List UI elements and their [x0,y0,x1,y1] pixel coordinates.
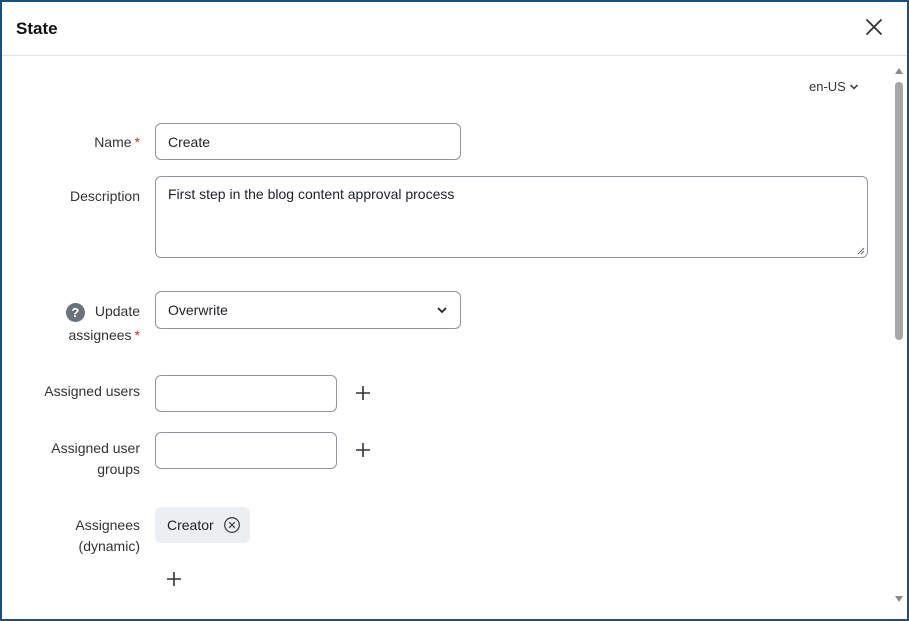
close-button[interactable] [862,15,886,39]
required-marker: * [134,134,140,150]
name-label-text: Name [94,134,132,150]
chevron-down-icon [437,307,447,314]
assigned-user-groups-label-line2: groups [97,461,140,477]
chevron-down-icon [849,83,858,90]
add-dynamic-assignee-button[interactable] [164,569,184,589]
update-assignees-select[interactable]: Overwrite [155,291,461,329]
scrollbar[interactable] [893,64,905,606]
close-icon [866,19,882,35]
plus-icon [356,386,370,400]
update-assignees-label: ? Update assignees * [22,301,140,346]
language-value: en-US [809,79,846,94]
remove-circle-icon[interactable] [223,516,241,534]
name-input-value: Create [168,133,211,150]
required-marker: * [134,327,140,343]
description-value: First step in the blog content approval … [168,186,455,202]
plus-icon [167,572,181,586]
assigned-user-groups-label-line1: Assigned user [51,440,140,456]
assigned-user-groups-label: Assigned user groups [22,438,140,480]
name-input[interactable]: Create [155,123,461,160]
scrollbar-thumb[interactable] [895,82,903,340]
update-assignees-label-line1: ? Update [22,301,140,322]
dialog-title: State [16,19,58,38]
assignees-label-text: assignees [68,327,132,343]
scroll-up-arrow-icon[interactable] [895,68,903,74]
add-assigned-user-button[interactable] [353,383,373,403]
plus-icon [356,443,370,457]
assignees-dynamic-label: Assignees (dynamic) [22,515,140,557]
assignees-dynamic-label-line1: Assignees [75,517,140,533]
state-dialog: State en-US Name * Create Description Fir… [0,0,909,621]
assignee-chip-label: Creator [167,517,214,533]
help-icon[interactable]: ? [65,302,85,322]
scroll-down-arrow-icon[interactable] [895,596,903,602]
resize-handle-icon[interactable] [857,247,865,255]
description-label: Description [69,188,140,204]
assigned-users-input[interactable] [155,375,337,412]
update-assignees-selected: Overwrite [168,302,228,318]
assigned-user-groups-input[interactable] [155,432,337,469]
description-textarea[interactable]: First step in the blog content approval … [155,176,868,258]
name-label: Name * [62,132,140,153]
update-label-text: Update [94,303,140,319]
assignee-chip: Creator [155,507,250,543]
assignees-dynamic-label-line2: (dynamic) [78,538,140,554]
language-selector[interactable]: en-US [809,79,859,94]
add-assigned-user-group-button[interactable] [353,440,373,460]
update-assignees-label-line2: assignees * [22,325,141,346]
assigned-users-label: Assigned users [44,383,140,399]
header-divider [2,55,907,56]
